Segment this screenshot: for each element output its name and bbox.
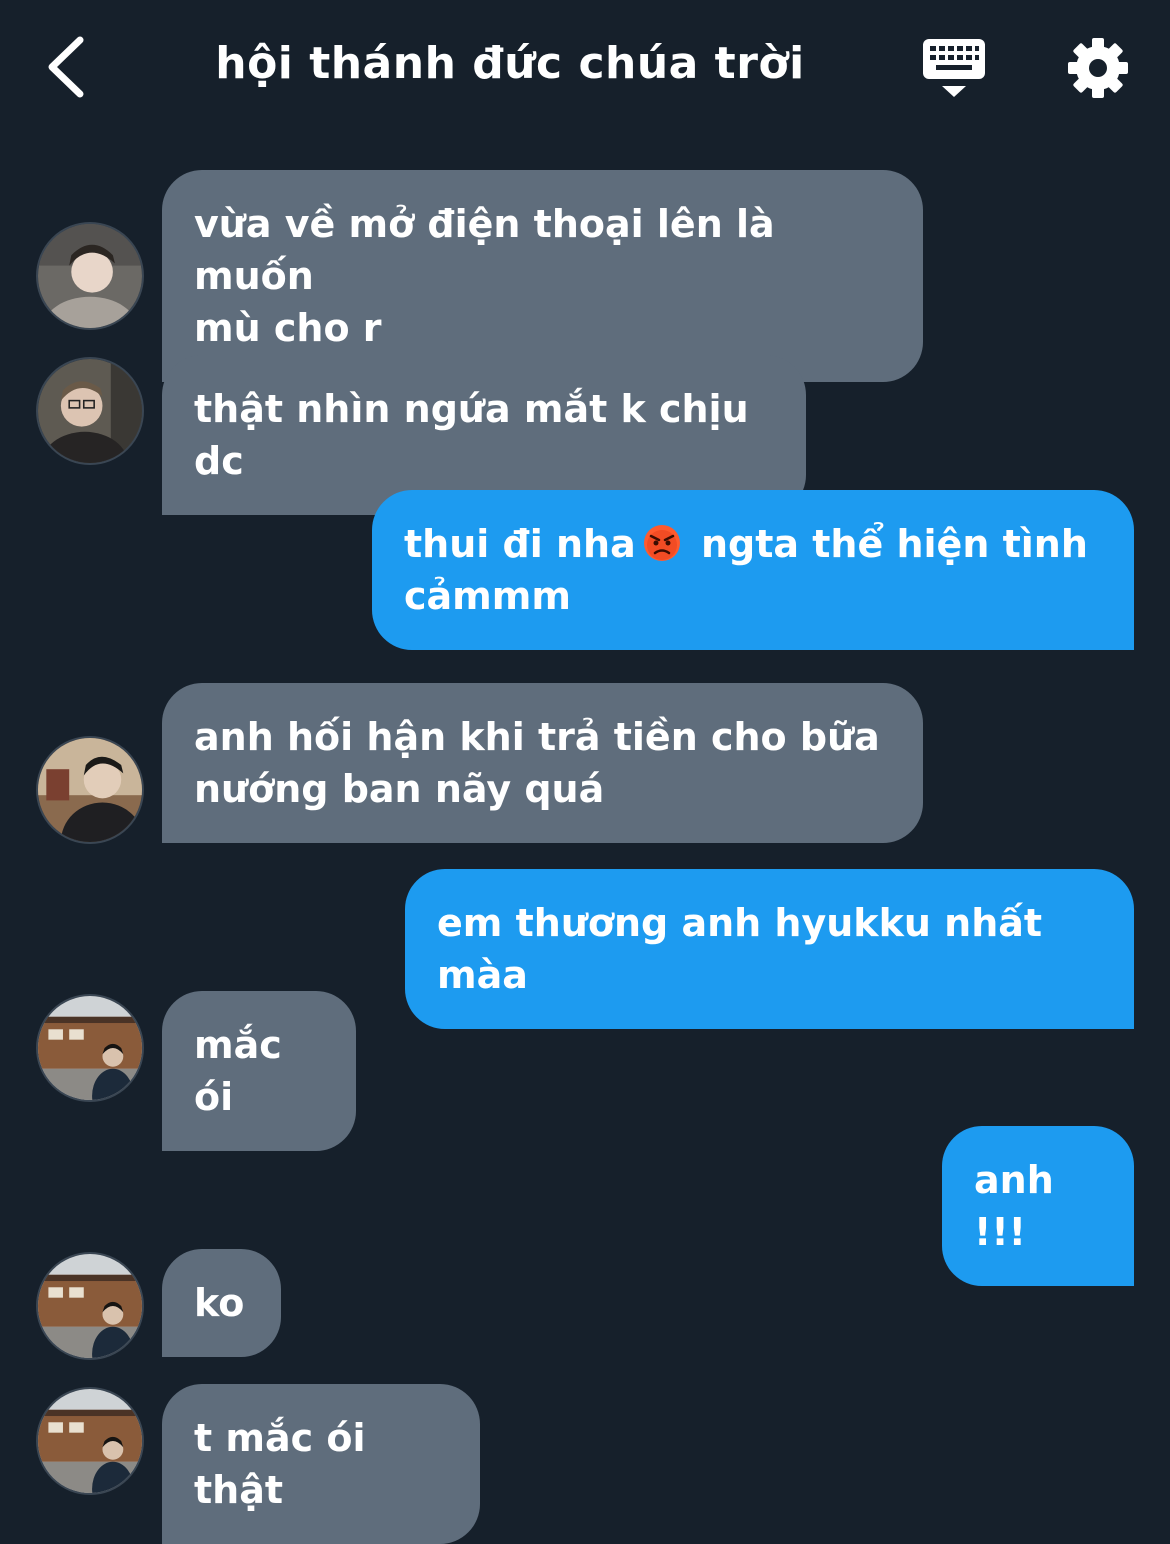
chat-header: hội thánh đức chúa trời — [0, 0, 1170, 135]
message-bubble-incoming[interactable]: anh hối hận khi trả tiền cho bữa nướng b… — [162, 683, 923, 843]
sender-avatar[interactable] — [36, 1252, 144, 1360]
sender-avatar[interactable] — [36, 222, 144, 330]
avatar-photo-icon — [38, 996, 142, 1100]
message-bubble-incoming[interactable]: t mắc ói thật — [162, 1384, 480, 1544]
angry-face-emoji-icon — [643, 525, 680, 561]
message-bubble-incoming[interactable]: vừa về mở điện thoại lên là muốn mù cho … — [162, 170, 923, 382]
avatar-photo-icon — [38, 738, 142, 842]
avatar-photo-icon — [38, 359, 142, 463]
message-text: thui đi nha — [404, 522, 636, 566]
avatar-photo-icon — [38, 224, 142, 328]
sender-avatar[interactable] — [36, 357, 144, 465]
avatar-photo-icon — [38, 1389, 142, 1493]
sender-avatar[interactable] — [36, 736, 144, 844]
message-bubble-incoming[interactable]: mắc ói — [162, 991, 356, 1151]
sender-avatar[interactable] — [36, 994, 144, 1102]
message-bubble-outgoing[interactable]: thui đi nha ngta thể hiện tình cảmmm — [372, 490, 1134, 650]
message-bubble-outgoing[interactable]: anh !!! — [942, 1126, 1134, 1286]
message-bubble-incoming[interactable]: ko — [162, 1249, 281, 1357]
gear-icon — [1068, 38, 1128, 98]
message-bubble-outgoing[interactable]: em thương anh hyukku nhất màa — [405, 869, 1134, 1029]
keyboard-icon — [923, 39, 985, 97]
sender-avatar[interactable] — [36, 1387, 144, 1495]
conversation-title[interactable]: hội thánh đức chúa trời — [0, 38, 1020, 89]
avatar-photo-icon — [38, 1254, 142, 1358]
settings-button[interactable] — [1064, 34, 1132, 102]
keyboard-toggle-button[interactable] — [918, 36, 990, 100]
